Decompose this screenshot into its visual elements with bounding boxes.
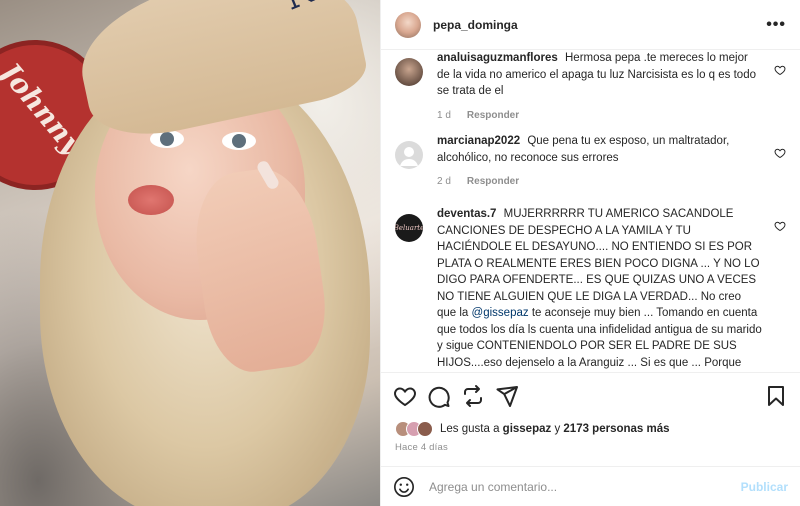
comment-meta: 1 d Responder [437,110,763,121]
likes-prefix: Les gusta a [440,423,500,435]
author-username[interactable]: pepa_dominga [433,18,518,32]
post-comment-button[interactable]: Publicar [741,480,788,494]
post-modal: Johnny NY pepa_dominga ••• analuisaguzma… [0,0,800,506]
post-side-panel: pepa_dominga ••• analuisaguzmanflores He… [380,0,800,506]
reply-button[interactable]: Responder [467,176,519,187]
comment-meta: 2 d Responder [437,176,763,187]
photo-lips [128,185,174,215]
post-date[interactable]: Hace 4 días [381,440,800,462]
comment-item: analuisaguzmanflores Hermosa pepa .te me… [395,50,786,121]
author-avatar[interactable] [395,11,421,38]
cap-logo: NY [279,0,345,18]
comment-mention-link[interactable]: @gissepaz [472,307,529,319]
comment-body-before: MUJERRRRRR TU AMERICO SACANDOLE CANCIONE… [437,208,760,319]
likes-text: Les gusta a gissepaz y 2173 personas más [440,423,670,435]
heart-icon[interactable] [393,384,417,408]
comment-text: analuisaguzmanflores Hermosa pepa .te me… [437,50,763,100]
comment-icon[interactable] [427,384,451,408]
photo-eye-right [222,132,256,150]
liker-avatars[interactable] [395,421,433,437]
heart-icon[interactable] [774,147,786,159]
comment-text: marcianap2022 Que pena tu ex esposo, un … [437,133,763,166]
reply-button[interactable]: Responder [467,110,519,121]
heart-icon[interactable] [774,64,786,76]
likes-connector: y [554,423,561,435]
comment-composer: Publicar [381,466,800,506]
comment-input[interactable] [429,479,741,494]
comment-author[interactable]: deventas.7 [437,208,496,220]
liker-username[interactable]: gissepaz [503,423,552,435]
likes-summary: Les gusta a gissepaz y 2173 personas más [381,418,800,440]
heart-icon[interactable] [774,220,786,232]
post-actions [381,372,800,418]
commenter-avatar[interactable]: Beluarte [395,214,423,242]
comment-author[interactable]: marcianap2022 [437,135,520,147]
comment-text: deventas.7 MUJERRRRRR TU AMERICO SACANDO… [437,206,763,372]
comment-item: Beluarte deventas.7 MUJERRRRRR TU AMERIC… [395,206,786,372]
commenter-avatar[interactable] [395,58,423,86]
emoji-icon[interactable] [393,476,415,498]
comment-author[interactable]: analuisaguzmanflores [437,52,558,64]
post-photo[interactable]: Johnny NY [0,0,380,506]
bookmark-icon[interactable] [764,384,788,408]
share-icon[interactable] [461,384,485,408]
comments-list[interactable]: analuisaguzmanflores Hermosa pepa .te me… [381,50,800,372]
liker-avatar [417,421,433,437]
comment-age: 1 d [437,109,451,121]
comment-item: marcianap2022 Que pena tu ex esposo, un … [395,133,786,187]
user-placeholder-icon[interactable] [395,141,423,169]
send-icon[interactable] [495,384,519,408]
post-header: pepa_dominga ••• [381,0,800,50]
likes-count[interactable]: 2173 personas más [563,423,669,435]
more-icon[interactable]: ••• [766,16,786,34]
comment-age: 2 d [437,176,451,187]
